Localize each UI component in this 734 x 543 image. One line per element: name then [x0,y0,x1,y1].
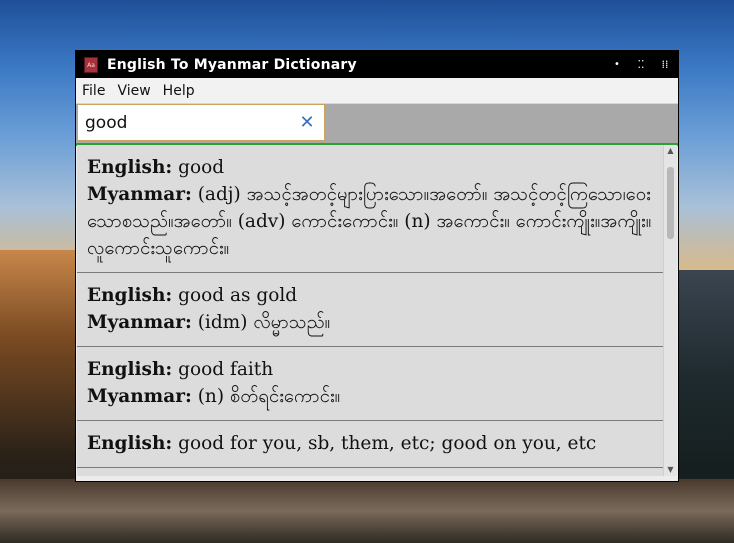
english-label: English: [87,433,173,454]
menu-help[interactable]: Help [163,83,195,99]
myanmar-definition: (n) စိတ်ရင်းကောင်း။ [197,386,341,407]
english-label: English: [87,285,173,306]
title-bar[interactable]: Aa English To Myanmar Dictionary • ⁚⁚ ⁞⁞ [76,51,678,78]
menu-file[interactable]: File [82,83,105,99]
window-controls: • ⁚⁚ ⁞⁞ [612,51,670,78]
window-title: English To Myanmar Dictionary [107,56,357,73]
result-entry[interactable]: English: good as gold Myanmar: (idm) လိမ… [77,273,663,347]
scrollbar-thumb[interactable] [667,167,674,239]
myanmar-label: Myanmar: [87,312,192,333]
english-term: good [178,157,225,178]
result-entry[interactable]: English: good Myanmar: (adj) အသင့်အတင့်မ… [77,145,663,273]
close-icon[interactable]: ⁞⁞ [660,59,670,70]
scroll-up-arrow-icon[interactable]: ▲ [664,145,677,157]
dictionary-window: Aa English To Myanmar Dictionary • ⁚⁚ ⁞⁞… [76,51,678,481]
results-scrollbar[interactable]: ▲ ▼ [663,145,677,476]
menu-view[interactable]: View [117,83,150,99]
english-term: good for you, sb, them, etc; good on you… [178,433,597,454]
maximize-icon[interactable]: ⁚⁚ [636,59,646,70]
clear-icon[interactable]: ✕ [299,114,315,132]
results-list[interactable]: English: good Myanmar: (adj) အသင့်အတင့်မ… [77,145,663,476]
minimize-icon[interactable]: • [612,59,622,70]
result-entry[interactable]: English: good faith Myanmar: (n) စိတ်ရင်… [77,347,663,421]
menu-bar: File View Help [76,78,678,104]
english-label: English: [87,157,173,178]
myanmar-label: Myanmar: [87,386,192,407]
search-input[interactable] [85,112,285,134]
search-box: ✕ [77,104,325,141]
english-term: good faith [178,359,274,380]
search-bar: ✕ [76,104,678,146]
english-label: English: [87,359,173,380]
desktop-foreground [0,479,734,543]
dictionary-app-icon: Aa [84,56,98,73]
english-term: good as gold [178,285,298,306]
myanmar-label: Myanmar: [87,184,192,205]
scroll-down-arrow-icon[interactable]: ▼ [664,464,677,476]
myanmar-definition: (idm) လိမ္မာသည်။ [197,312,331,333]
result-entry[interactable]: English: good for you, sb, them, etc; go… [77,421,663,468]
